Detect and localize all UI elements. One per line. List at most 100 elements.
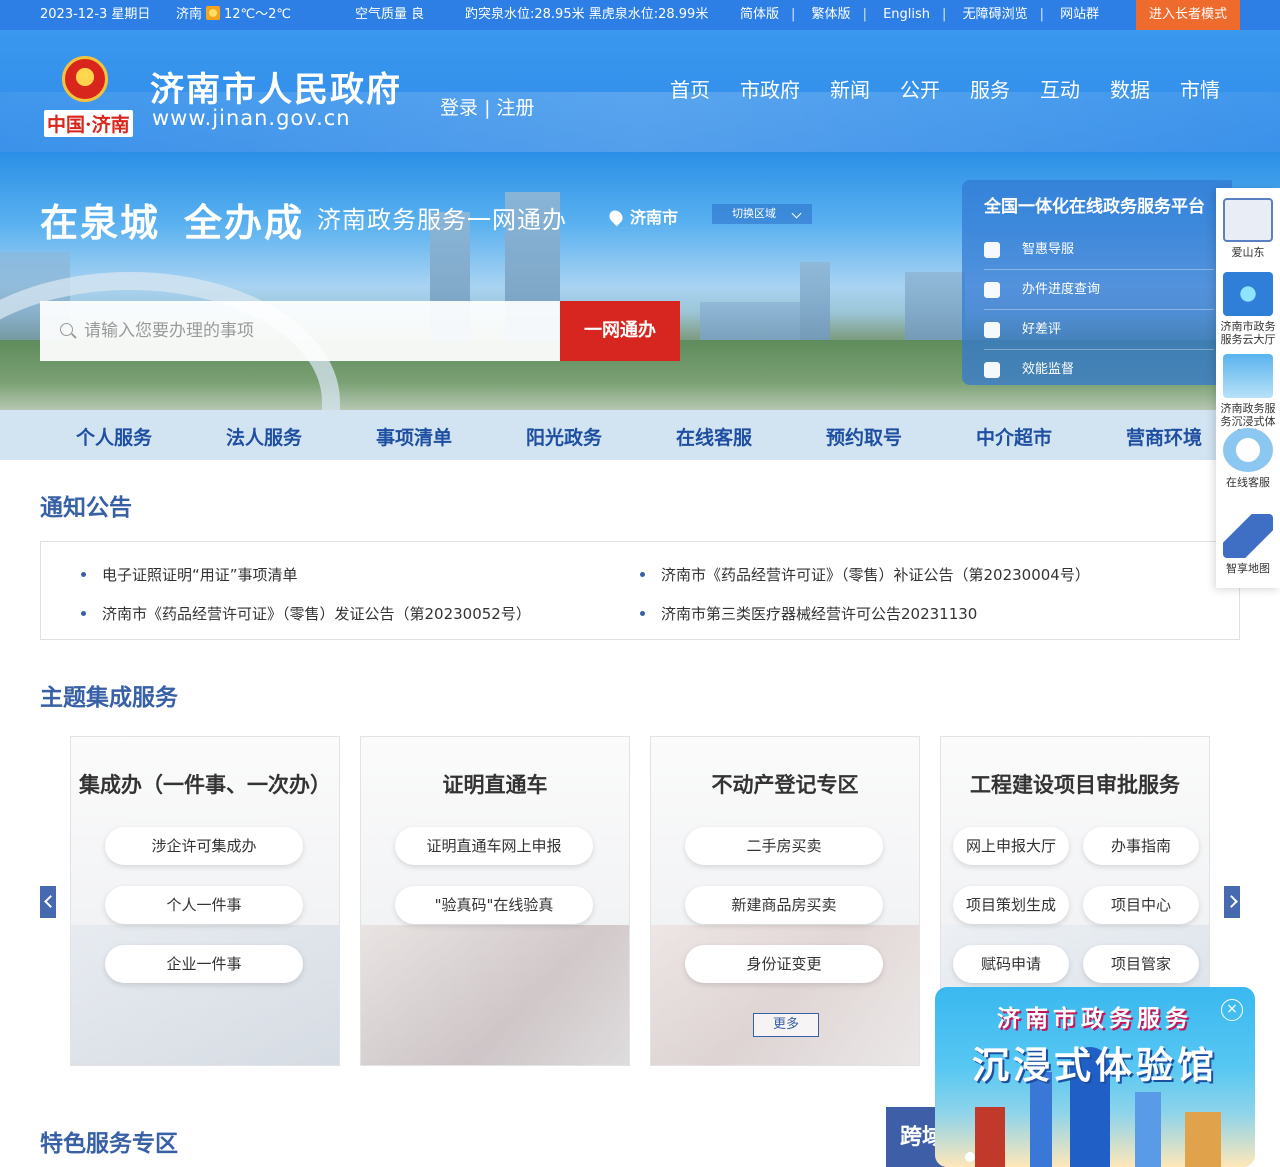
carousel-next-icon[interactable] xyxy=(1224,886,1240,918)
link-traditional[interactable]: 繁体版 xyxy=(812,7,851,22)
theme-card-certificate: 证明直通车 证明直通车网上申报 "验真码"在线验真 xyxy=(360,736,630,1066)
card-button[interactable]: 项目中心 xyxy=(1083,886,1199,924)
id-card-icon xyxy=(984,362,1000,378)
ai-shandong-logo-icon xyxy=(1223,198,1273,242)
search-icon xyxy=(60,323,73,336)
carousel-prev-icon[interactable] xyxy=(40,886,56,918)
immersive-hall-popup[interactable]: 济南市政务服务 沉浸式体验馆 × xyxy=(935,987,1255,1167)
building-decoration xyxy=(1185,1112,1221,1167)
sidebar-item-ai-shandong[interactable]: 爱山东 xyxy=(1216,198,1280,259)
tab-business-environment[interactable]: 营商环境 xyxy=(1126,423,1202,450)
platform-item-supervision[interactable]: 效能监督 xyxy=(984,350,1214,390)
link-english[interactable]: English xyxy=(883,7,930,22)
search-input[interactable] xyxy=(84,301,554,361)
card-button[interactable]: 新建商品房买卖 xyxy=(685,886,883,924)
card-background-photo xyxy=(361,925,629,1065)
platform-item-label: 办件进度查询 xyxy=(1022,282,1101,297)
notice-text: 济南市《药品经营许可证》（零售）补证公告（第20230004号） xyxy=(661,566,1090,584)
card-title: 证明直通车 xyxy=(442,773,548,797)
tab-appointment[interactable]: 预约取号 xyxy=(826,423,902,450)
function-nav: 个人服务 法人服务 事项清单 阳光政务 在线客服 预约取号 中介超市 营商环境 xyxy=(0,410,1280,460)
card-button[interactable]: 个人一件事 xyxy=(105,886,303,924)
close-icon[interactable]: × xyxy=(1221,999,1243,1021)
users-icon xyxy=(984,242,1000,258)
tab-agency-market[interactable]: 中介超市 xyxy=(976,423,1052,450)
site-title[interactable]: 济南市人民政府 xyxy=(150,62,402,111)
platform-item-smart-guide[interactable]: 智惠导服 xyxy=(984,230,1214,270)
tab-legal-service[interactable]: 法人服务 xyxy=(226,423,302,450)
sidebar-item-cloud-hall[interactable]: 济南市政务服务云大厅 xyxy=(1216,272,1280,346)
link-simplified[interactable]: 简体版 xyxy=(740,7,779,22)
national-emblem-icon xyxy=(62,56,108,102)
card-button[interactable]: 网上申报大厅 xyxy=(953,827,1069,865)
nav-home[interactable]: 首页 xyxy=(670,74,710,103)
card-button[interactable]: 二手房买卖 xyxy=(685,827,883,865)
sidebar-item-smart-map[interactable]: 智享地图 xyxy=(1216,514,1280,575)
bullet xyxy=(640,611,645,616)
notice-item[interactable]: 济南市第三类医疗器械经营许可公告20231130 xyxy=(640,603,977,624)
top-info-bar: 2023-12-3 星期日 济南 12℃～2℃ 空气质量 良 趵突泉水位:28.9… xyxy=(0,0,1280,30)
location-name: 济南市 xyxy=(630,208,679,227)
link-site-group[interactable]: 网站群 xyxy=(1060,7,1099,22)
nav-data[interactable]: 数据 xyxy=(1110,74,1150,103)
nav-service[interactable]: 服务 xyxy=(970,74,1010,103)
card-button[interactable]: 身份证变更 xyxy=(685,945,883,983)
card-button[interactable]: "验真码"在线验真 xyxy=(395,886,593,924)
temperature: 12℃～2℃ xyxy=(224,7,292,22)
notices-title: 通知公告 xyxy=(40,495,132,521)
nav-government[interactable]: 市政府 xyxy=(740,74,800,103)
map-icon xyxy=(1223,514,1273,558)
nav-city-info[interactable]: 市情 xyxy=(1180,74,1220,103)
nav-interact[interactable]: 互动 xyxy=(1040,74,1080,103)
elder-mode-button[interactable]: 进入长者模式 xyxy=(1136,0,1240,30)
login-link[interactable]: 登录 xyxy=(440,97,478,119)
slogan-one-network: 济南政务服务一网通办 xyxy=(317,206,567,234)
more-button[interactable]: 更多 xyxy=(753,1013,819,1037)
nav-news[interactable]: 新闻 xyxy=(830,74,870,103)
carousel-dot[interactable] xyxy=(965,1152,975,1162)
tab-sunshine-affairs[interactable]: 阳光政务 xyxy=(526,423,602,450)
card-button[interactable]: 办事指南 xyxy=(1083,827,1199,865)
site-header: 中国·济南 济南市人民政府 www.jinan.gov.cn 登录 | 注册 首… xyxy=(0,30,1280,152)
search-button[interactable]: 一网通办 xyxy=(560,301,680,361)
current-date: 2023-12-3 星期日 xyxy=(40,7,151,22)
sidebar-item-label: 爱山东 xyxy=(1231,246,1265,259)
tab-online-service[interactable]: 在线客服 xyxy=(676,423,752,450)
platform-item-progress[interactable]: 办件进度查询 xyxy=(984,270,1214,310)
tab-personal-service[interactable]: 个人服务 xyxy=(76,423,152,450)
building-decoration xyxy=(975,1107,1005,1167)
login-register: 登录 | 注册 xyxy=(440,93,535,120)
platform-item-rating[interactable]: 好差评 xyxy=(984,310,1214,350)
card-button[interactable]: 企业一件事 xyxy=(105,945,303,983)
switch-region-dropdown[interactable]: 切换区域 xyxy=(712,204,812,224)
platform-title[interactable]: 全国一体化在线政务服务平台 xyxy=(984,192,1205,217)
chevron-down-icon xyxy=(791,208,802,219)
register-link[interactable]: 注册 xyxy=(497,97,535,119)
notice-item[interactable]: 济南市《药品经营许可证》（零售）补证公告（第20230004号） xyxy=(640,564,1090,585)
card-title: 不动产登记专区 xyxy=(711,773,859,797)
separator: | xyxy=(862,7,867,22)
notice-item[interactable]: 电子证照证明“用证”事项清单 xyxy=(81,564,298,585)
switch-region-label: 切换区域 xyxy=(732,207,776,220)
notice-item[interactable]: 济南市《药品经营许可证》（零售）发证公告（第20230052号） xyxy=(81,603,531,624)
bullet xyxy=(81,572,86,577)
card-button[interactable]: 赋码申请 xyxy=(953,945,1069,983)
theme-card-integrated: 集成办（一件事、一次办） 涉企许可集成办 个人一件事 企业一件事 xyxy=(70,736,340,1066)
card-button[interactable]: 项目管家 xyxy=(1083,945,1199,983)
card-button[interactable]: 项目策划生成 xyxy=(953,886,1069,924)
nav-open[interactable]: 公开 xyxy=(900,74,940,103)
sidebar-item-online-service[interactable]: 在线客服 xyxy=(1216,428,1280,489)
cloud-hall-icon xyxy=(1223,272,1273,316)
card-button[interactable]: 涉企许可集成办 xyxy=(105,827,303,865)
separator: | xyxy=(942,7,947,22)
link-accessibility[interactable]: 无障碍浏览 xyxy=(963,7,1028,22)
card-button[interactable]: 证明直通车网上申报 xyxy=(395,827,593,865)
sidebar-item-label: 在线客服 xyxy=(1226,476,1270,489)
theme-card-real-estate: 不动产登记专区 二手房买卖 新建商品房买卖 身份证变更 更多 xyxy=(650,736,920,1066)
air-quality: 空气质量 良 xyxy=(355,7,425,22)
bullet xyxy=(640,572,645,577)
right-sidebar: 爱山东 济南市政务服务云大厅 济南政务服务沉浸式体验馆 在线客服 智享地图 xyxy=(1216,188,1280,588)
popup-line1: 济南市政务服务 xyxy=(997,1005,1193,1032)
tab-item-list[interactable]: 事项清单 xyxy=(376,423,452,450)
notice-list: 电子证照证明“用证”事项清单 济南市《药品经营许可证》（零售）补证公告（第202… xyxy=(40,541,1240,640)
